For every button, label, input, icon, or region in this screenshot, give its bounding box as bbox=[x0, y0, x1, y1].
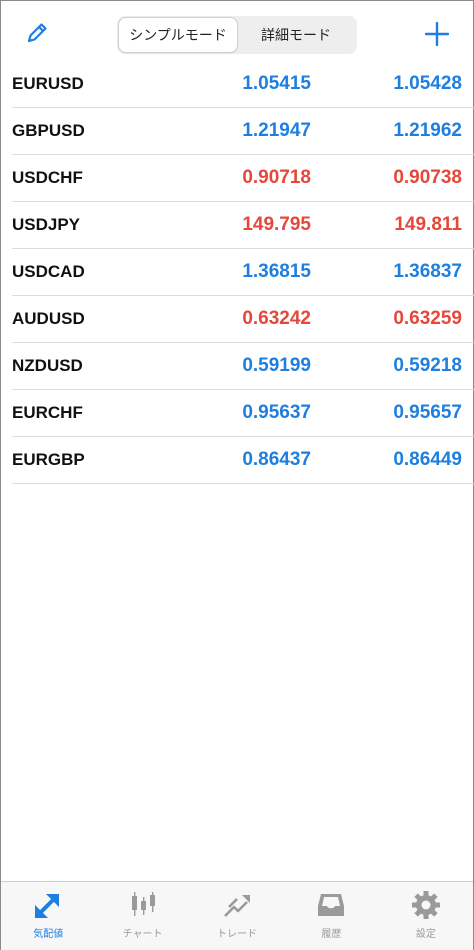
mode-segmented-control: シンプルモード 詳細モード bbox=[117, 16, 357, 54]
symbol-name: AUDUSD bbox=[12, 309, 85, 328]
bottom-tab-bar: 気配値 チャート トレード 履歴 設定 bbox=[1, 881, 473, 950]
candlestick-chart-icon bbox=[131, 892, 155, 916]
symbol-name: USDCHF bbox=[12, 168, 83, 187]
detail-mode-tab[interactable]: 詳細モード bbox=[237, 18, 355, 52]
bid-price[interactable]: 0.59199 bbox=[242, 343, 311, 389]
tab-label: トレード bbox=[217, 929, 258, 940]
quote-row-usdcad[interactable]: USDCAD 1.36815 1.36837 bbox=[12, 249, 474, 296]
quote-row-eurusd[interactable]: EURUSD 1.05415 1.05428 bbox=[12, 61, 474, 108]
symbol-name: EURCHF bbox=[12, 403, 83, 422]
tab-label: 履歴 bbox=[321, 929, 342, 940]
bid-price[interactable]: 1.36815 bbox=[242, 249, 311, 295]
bid-price[interactable]: 149.795 bbox=[242, 202, 311, 248]
quote-list: EURUSD 1.05415 1.05428 GBPUSD 1.21947 1.21962… bbox=[12, 61, 474, 484]
ask-price[interactable]: 0.86449 bbox=[393, 437, 462, 483]
quote-row-eurchf[interactable]: EURCHF 0.95637 0.95657 bbox=[12, 390, 474, 437]
simple-mode-tab[interactable]: シンプルモード bbox=[119, 18, 237, 52]
bid-price[interactable]: 0.90718 bbox=[242, 155, 311, 201]
bid-price[interactable]: 0.63242 bbox=[242, 296, 311, 342]
tab-history[interactable]: 履歴 bbox=[284, 882, 378, 950]
symbol-name: USDCAD bbox=[12, 262, 85, 281]
app-screen: シンプルモード 詳細モード EURUSD 1.05415 1.05428 GBPUSD… bbox=[0, 0, 474, 950]
gear-icon bbox=[411, 891, 440, 919]
symbol-name: EURGBP bbox=[12, 450, 85, 469]
quote-row-eurgbp[interactable]: EURGBP 0.86437 0.86449 bbox=[12, 437, 474, 484]
quote-row-gbpusd[interactable]: GBPUSD 1.21947 1.21962 bbox=[12, 108, 474, 155]
ask-price[interactable]: 1.05428 bbox=[393, 61, 462, 107]
bid-price[interactable]: 0.86437 bbox=[242, 437, 311, 483]
symbol-name: EURUSD bbox=[12, 74, 84, 93]
tab-quotes[interactable]: 気配値 bbox=[1, 882, 95, 950]
ask-price[interactable]: 0.59218 bbox=[393, 343, 462, 389]
pencil-icon bbox=[27, 23, 47, 43]
add-symbol-button[interactable] bbox=[424, 21, 450, 47]
ask-price[interactable]: 1.36837 bbox=[393, 249, 462, 295]
quote-row-usdjpy[interactable]: USDJPY 149.795 149.811 bbox=[12, 202, 474, 249]
quote-row-usdchf[interactable]: USDCHF 0.90718 0.90738 bbox=[12, 155, 474, 202]
quote-row-nzdusd[interactable]: NZDUSD 0.59199 0.59218 bbox=[12, 343, 474, 390]
top-bar: シンプルモード 詳細モード bbox=[1, 1, 473, 61]
ask-price[interactable]: 0.63259 bbox=[393, 296, 462, 342]
quote-row-audusd[interactable]: AUDUSD 0.63242 0.63259 bbox=[12, 296, 474, 343]
tab-label: チャート bbox=[122, 929, 163, 940]
ask-price[interactable]: 0.90738 bbox=[393, 155, 462, 201]
bid-price[interactable]: 0.95637 bbox=[242, 390, 311, 436]
symbol-name: NZDUSD bbox=[12, 356, 83, 375]
edit-button[interactable] bbox=[23, 19, 51, 47]
ask-price[interactable]: 1.21962 bbox=[393, 108, 462, 154]
tab-label: 設定 bbox=[415, 929, 436, 940]
tab-label: 気配値 bbox=[33, 929, 64, 940]
trade-icon bbox=[224, 895, 251, 917]
symbol-name: USDJPY bbox=[12, 215, 81, 234]
ask-price[interactable]: 149.811 bbox=[394, 202, 462, 248]
quotes-icon bbox=[35, 894, 60, 918]
tab-trade[interactable]: トレード bbox=[190, 882, 284, 950]
bid-price[interactable]: 1.21947 bbox=[242, 108, 311, 154]
tab-settings[interactable]: 設定 bbox=[379, 882, 473, 950]
bid-price[interactable]: 1.05415 bbox=[242, 61, 311, 107]
tab-chart[interactable]: チャート bbox=[95, 882, 189, 950]
plus-icon bbox=[424, 21, 450, 47]
symbol-name: GBPUSD bbox=[12, 121, 85, 140]
ask-price[interactable]: 0.95657 bbox=[393, 390, 462, 436]
history-inbox-icon bbox=[318, 894, 345, 916]
